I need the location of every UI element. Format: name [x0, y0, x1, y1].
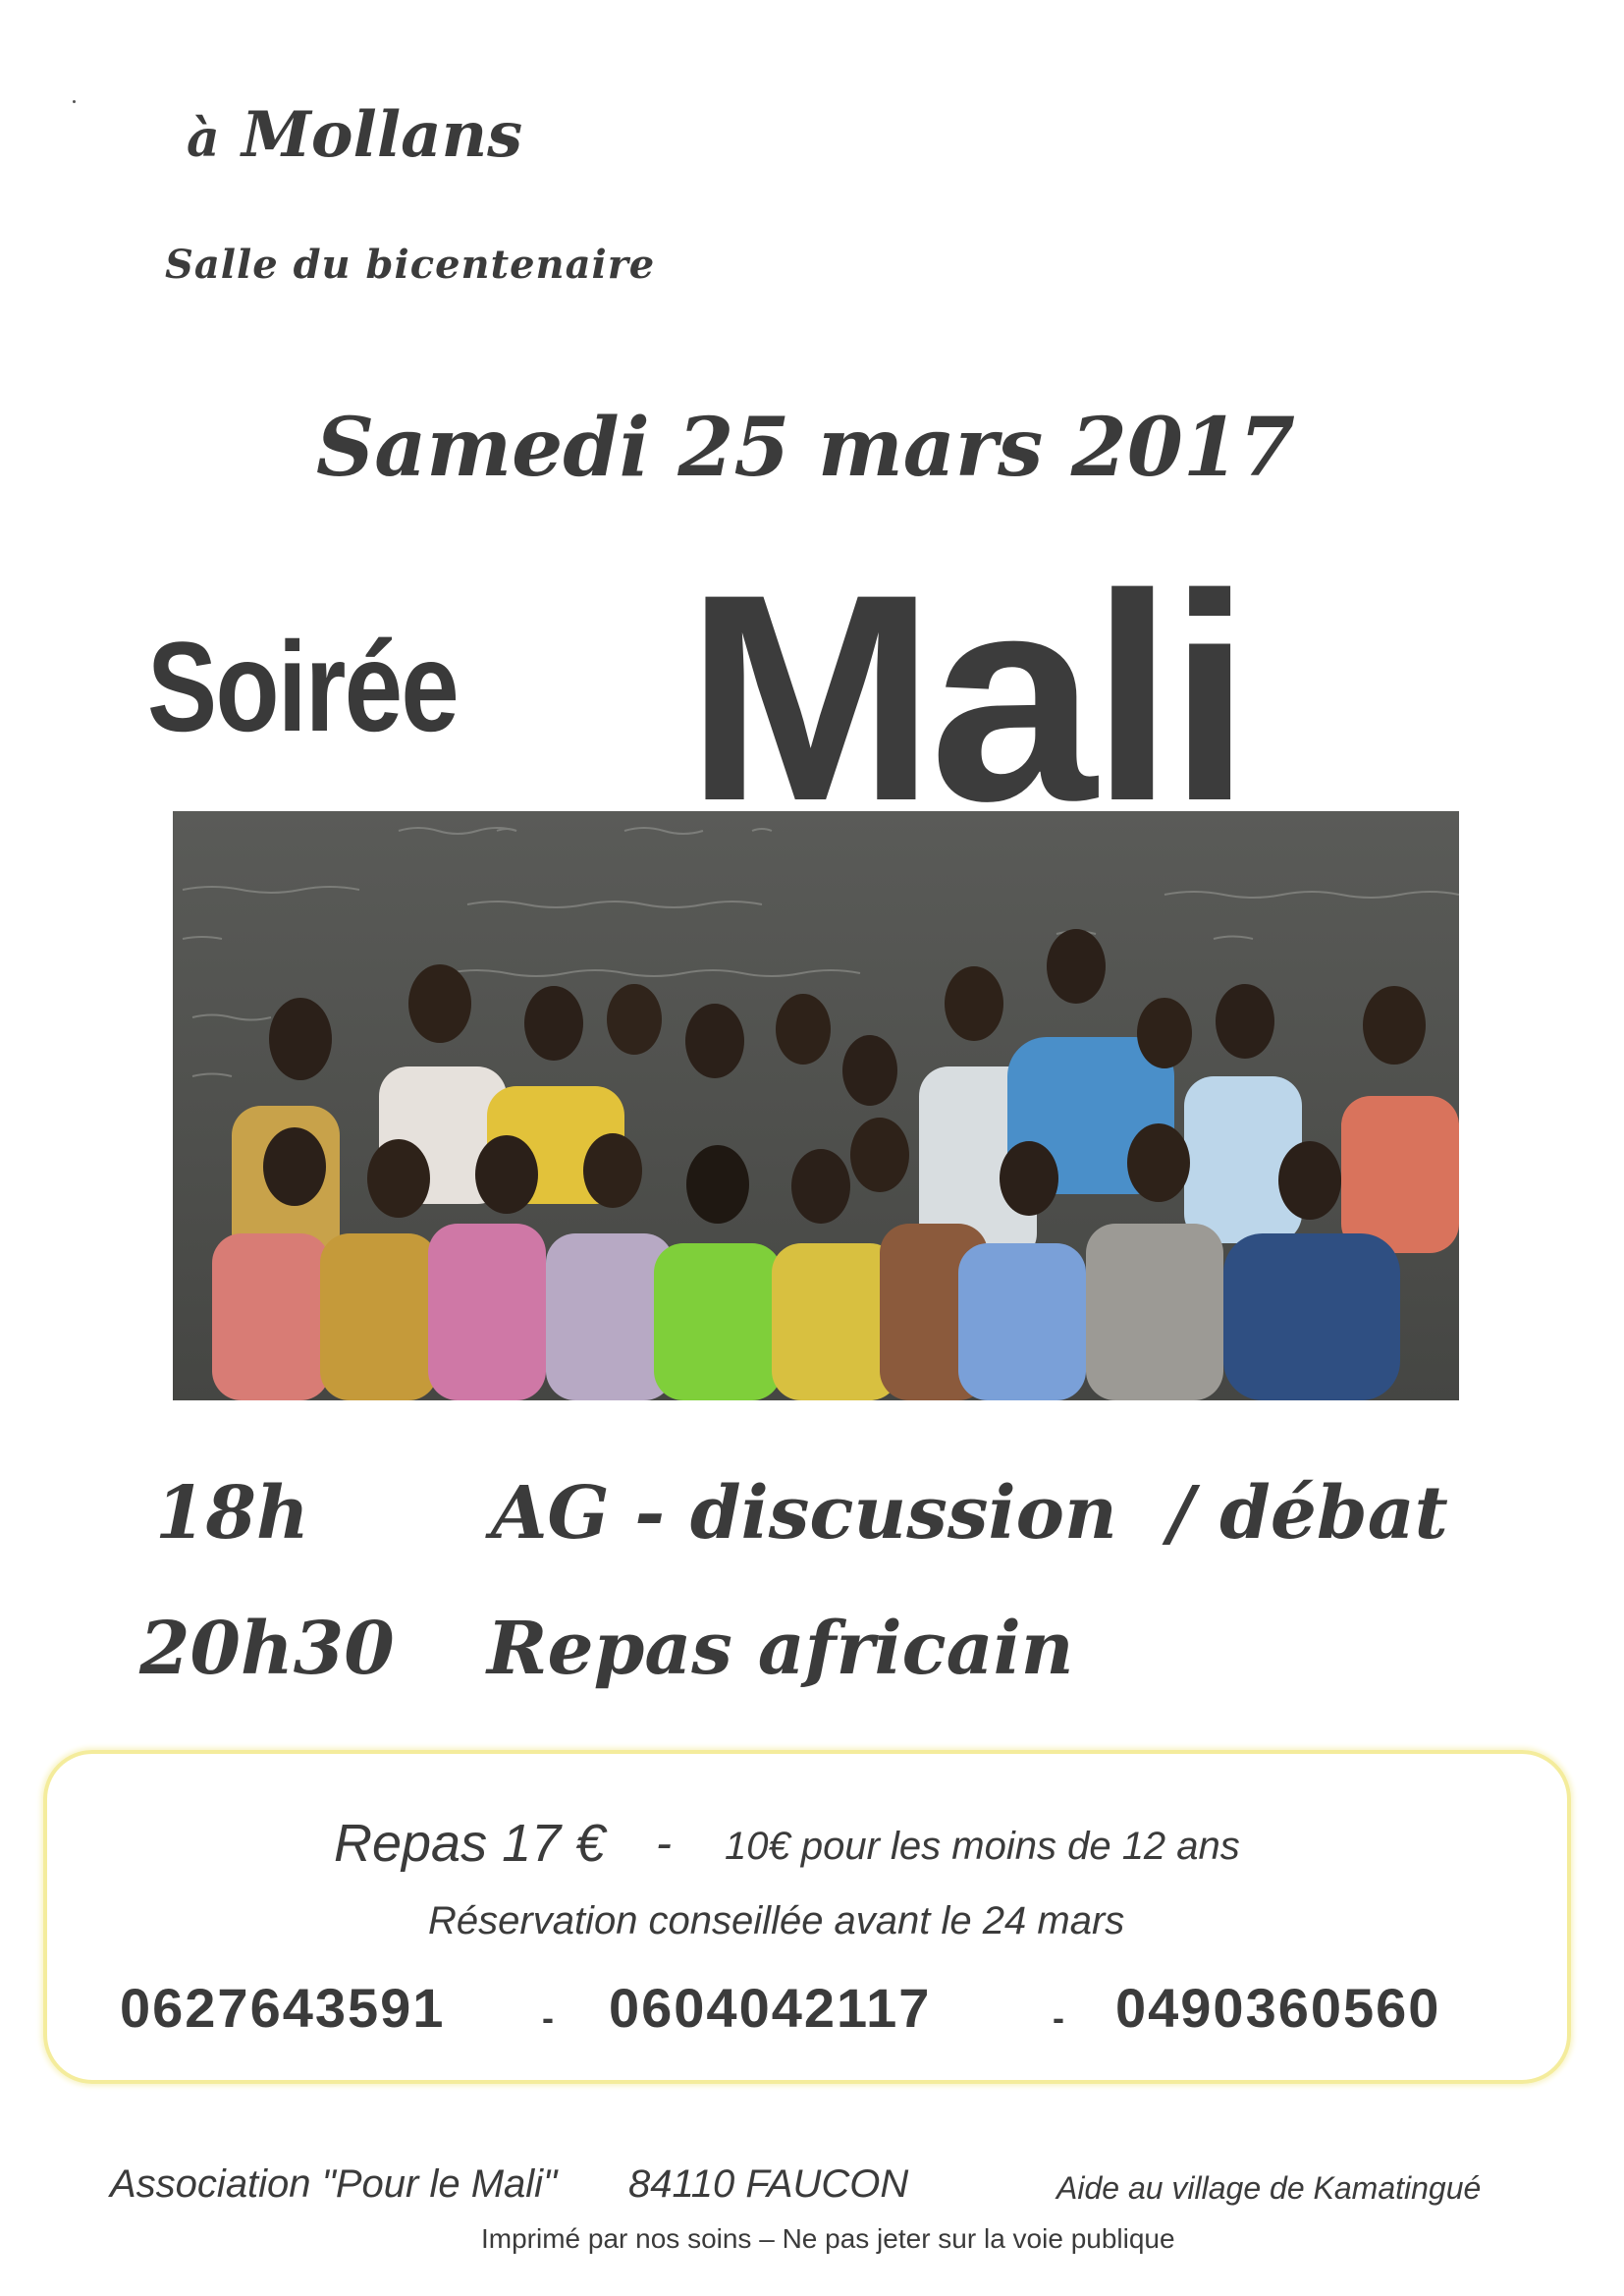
association-address: 84110 FAUCON [628, 2162, 909, 2206]
schedule-time-2: 20h30 [139, 1607, 395, 1691]
location-heading: à Mollans [187, 98, 522, 172]
schedule-time-1: 18h [155, 1471, 309, 1556]
phone-number-2[interactable]: 0604042117 [609, 1976, 931, 2040]
phone-number-3[interactable]: 0490360560 [1115, 1976, 1440, 2040]
aid-statement: Aide au village de Kamatingué [1056, 2170, 1482, 2206]
schedule-label-1: AG - discussion / débat [491, 1471, 1448, 1556]
print-notice: Imprimé par nos soins – Ne pas jeter sur… [481, 2223, 1175, 2254]
price-adult: Repas 17 € [334, 1814, 606, 1873]
phone-separator-1: - [542, 1997, 554, 2038]
venue-name: Salle du bicentenaire [165, 242, 656, 288]
title-soiree: Soirée [147, 615, 460, 758]
photo-illustration [173, 811, 1459, 1400]
schedule-label-2: Repas africain [487, 1607, 1074, 1691]
title-mali: Mali [685, 532, 1252, 862]
reservation-note: Réservation conseillée avant le 24 mars [428, 1899, 1125, 1942]
price-child: 10€ pour les moins de 12 ans [725, 1825, 1240, 1868]
children-class-photo [173, 811, 1459, 1400]
print-speck [73, 100, 76, 103]
event-date: Samedi 25 mars 2017 [316, 401, 1296, 495]
association-name: Association "Pour le Mali" [110, 2162, 558, 2206]
location-town: Mollans [241, 98, 523, 172]
phone-number-1[interactable]: 0627643591 [120, 1976, 445, 2040]
price-separator: - [656, 1818, 672, 1870]
location-prefix: à [187, 109, 220, 169]
phone-separator-2: - [1053, 1997, 1064, 2038]
